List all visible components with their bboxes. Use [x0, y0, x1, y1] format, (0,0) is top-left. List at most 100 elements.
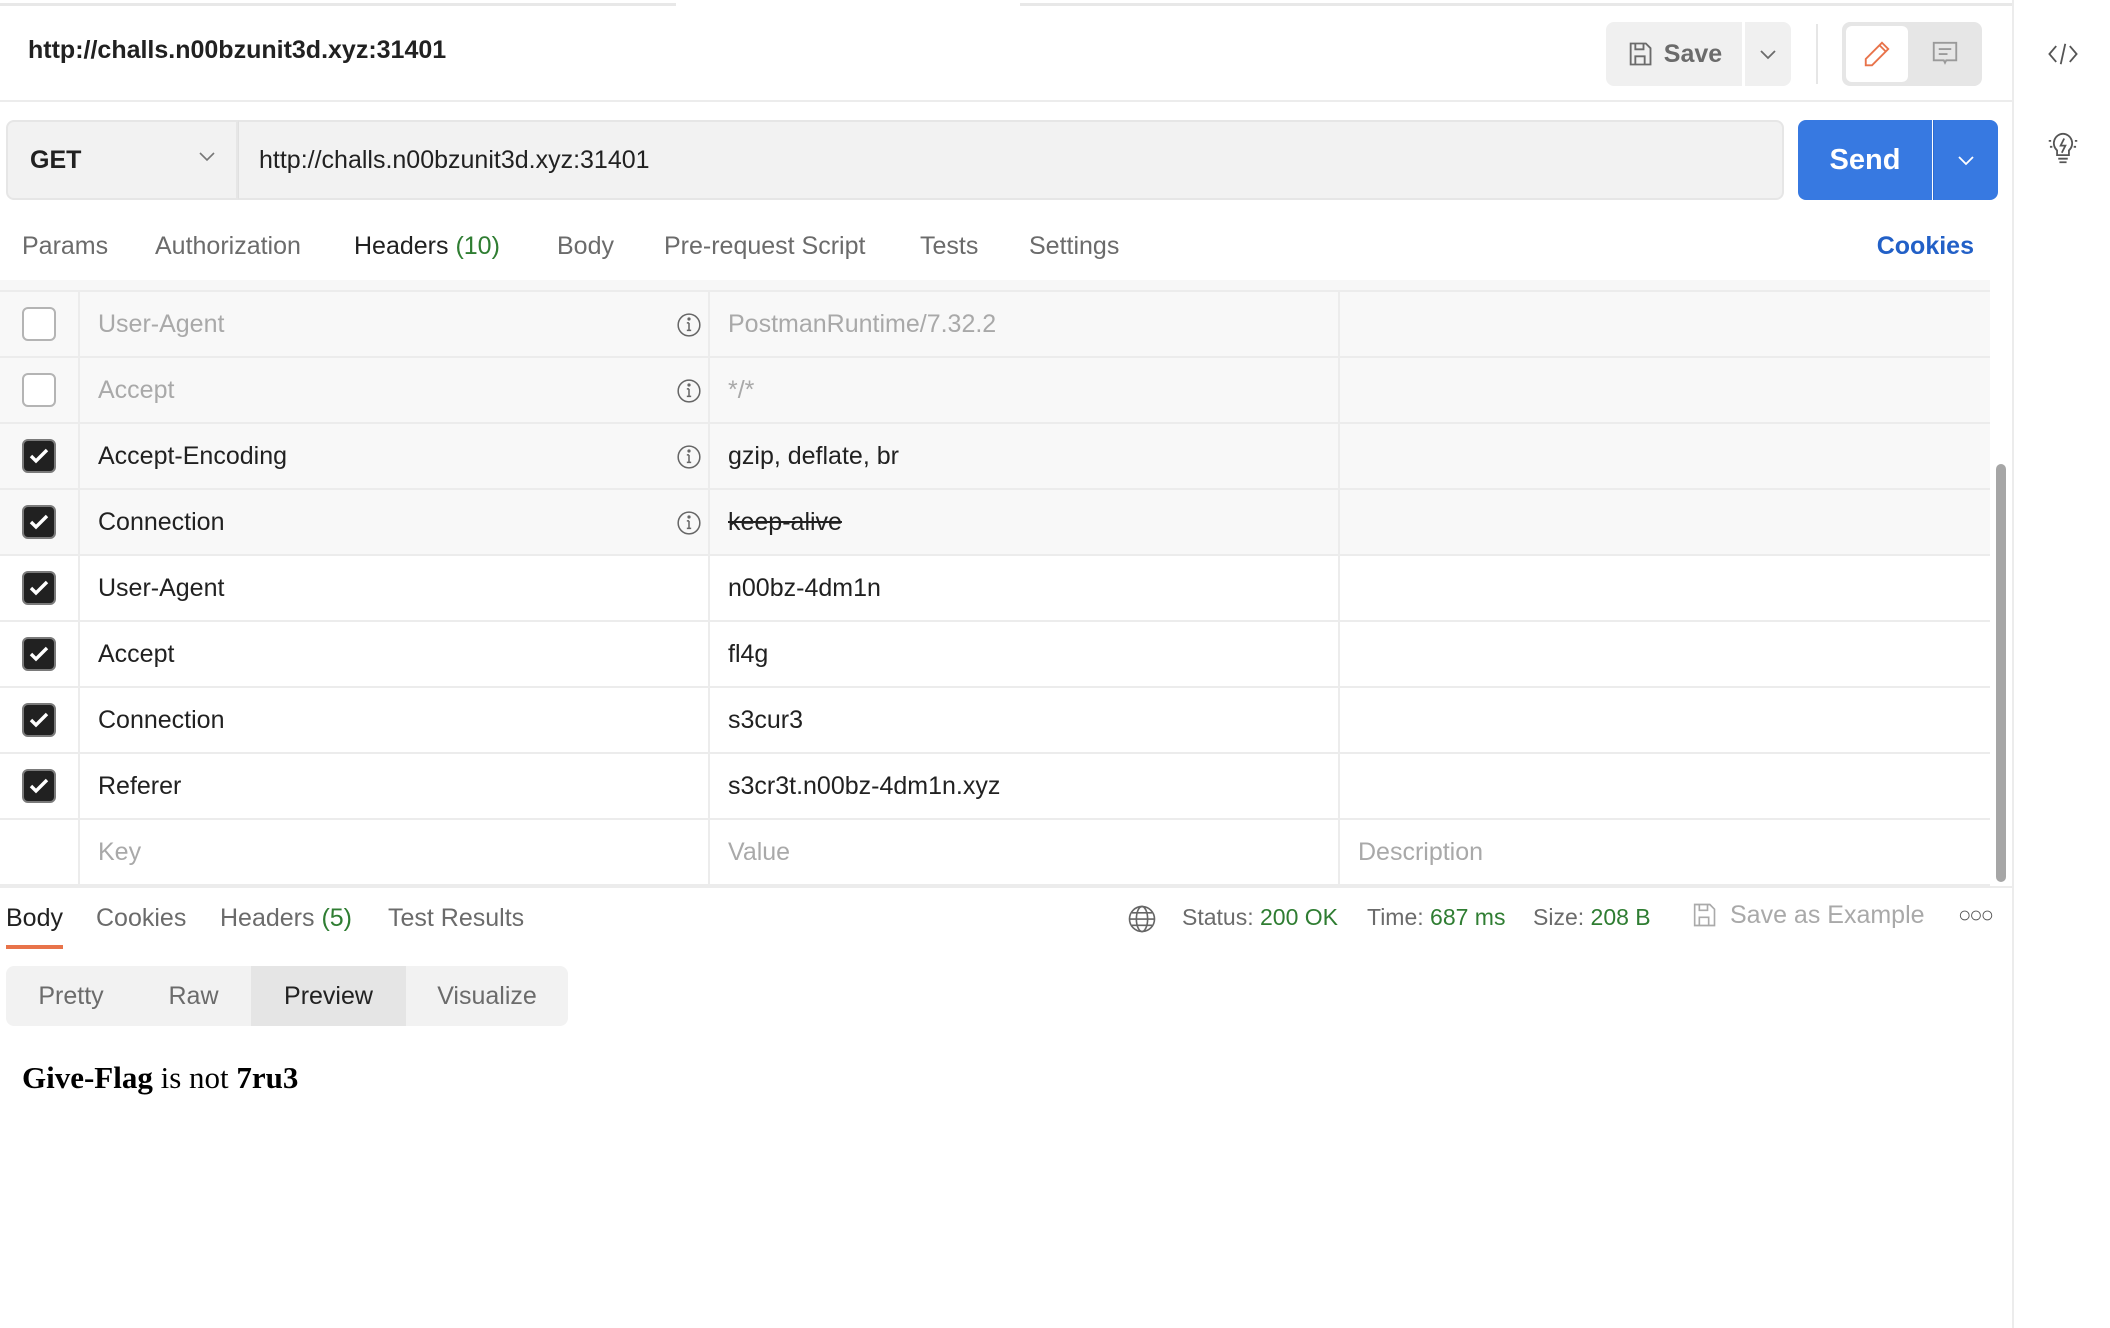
response-tab-cookies[interactable]: Cookies: [96, 904, 186, 933]
header-checkbox[interactable]: [22, 373, 56, 407]
size-value: 208 B: [1590, 904, 1651, 930]
header-row: Connection keep-alive: [0, 490, 1990, 556]
header-key-text: Accept: [98, 375, 175, 404]
comment-mode-button[interactable]: [1914, 26, 1976, 82]
tab-params[interactable]: Params: [22, 232, 108, 282]
header-key[interactable]: User-Agent: [80, 292, 710, 356]
view-pretty[interactable]: Pretty: [6, 966, 136, 1026]
header-checkbox[interactable]: [22, 571, 56, 605]
request-title[interactable]: http://challs.n00bzunit3d.xyz:31401: [28, 36, 446, 65]
check-cell: [0, 622, 80, 686]
tab-tests[interactable]: Tests: [920, 232, 978, 282]
view-preview[interactable]: Preview: [251, 966, 406, 1026]
time-label: Time:: [1367, 904, 1424, 930]
response-tab-body[interactable]: Body: [6, 904, 63, 949]
info-icon[interactable]: [676, 444, 702, 477]
header-value[interactable]: keep-alive: [710, 490, 1340, 554]
header-key[interactable]: Connection: [80, 490, 710, 554]
header-key[interactable]: Accept: [80, 622, 710, 686]
header-description[interactable]: [1340, 358, 1990, 422]
header-value[interactable]: s3cur3: [710, 688, 1340, 752]
tab-body[interactable]: Body: [557, 232, 614, 282]
header-checkbox[interactable]: [22, 307, 56, 341]
header-key[interactable]: User-Agent: [80, 556, 710, 620]
header-value[interactable]: gzip, deflate, br: [710, 424, 1340, 488]
header-checkbox[interactable]: [22, 769, 56, 803]
headers-table: User-Agent PostmanRuntime/7.32.2 Accept */*…: [0, 280, 1990, 886]
tab-label: Test Results: [388, 904, 525, 932]
header-key[interactable]: Referer: [80, 754, 710, 818]
save-options-button[interactable]: [1745, 22, 1791, 86]
send-options-button[interactable]: [1933, 120, 1998, 200]
header-value-text: fl4g: [728, 639, 769, 668]
header-key[interactable]: Accept: [80, 358, 710, 422]
more-options-icon[interactable]: ○○○: [1958, 902, 1994, 928]
chevron-down-icon: [199, 152, 215, 162]
description-input[interactable]: Description: [1340, 820, 1990, 884]
header-checkbox[interactable]: [22, 703, 56, 737]
mode-toggle: [1842, 22, 1982, 86]
comment-icon: [1932, 41, 1958, 65]
header-key[interactable]: Connection: [80, 688, 710, 752]
info-icon[interactable]: [676, 378, 702, 411]
send-button[interactable]: Send: [1798, 120, 1932, 200]
header-value-text: keep-alive: [728, 507, 842, 536]
save-as-example-label: Save as Example: [1730, 900, 1925, 929]
header-description[interactable]: [1340, 754, 1990, 818]
tab-label: Headers: [354, 232, 449, 260]
tab-pre-request-script[interactable]: Pre-request Script: [664, 232, 865, 282]
size-readout[interactable]: Size: 208 B: [1533, 904, 1651, 931]
key-input[interactable]: Key: [80, 820, 710, 884]
header-row: Accept */*: [0, 358, 1990, 424]
header-checkbox[interactable]: [22, 637, 56, 671]
header-row: Accept-Encoding gzip, deflate, br: [0, 424, 1990, 490]
tab-label: Tests: [920, 232, 979, 260]
header-key-text: User-Agent: [98, 309, 225, 338]
header-value-text: gzip, deflate, br: [728, 441, 899, 470]
scrollbar[interactable]: [1996, 464, 2006, 882]
header-description[interactable]: [1340, 424, 1990, 488]
view-visualize[interactable]: Visualize: [406, 966, 568, 1026]
header-value[interactable]: PostmanRuntime/7.32.2: [710, 292, 1340, 356]
response-bar: Body Cookies Headers (5) Test Results St…: [0, 886, 2012, 952]
new-header-row: Key Value Description: [0, 820, 1990, 886]
tab-headers[interactable]: Headers (10): [354, 232, 500, 288]
header-description[interactable]: [1340, 292, 1990, 356]
preview-text-bold: 7ru3: [236, 1060, 299, 1095]
view-raw[interactable]: Raw: [136, 966, 251, 1026]
url-input[interactable]: http://challs.n00bzunit3d.xyz:31401: [238, 120, 1784, 200]
value-input[interactable]: Value: [710, 820, 1340, 884]
chevron-down-icon: [1958, 156, 1974, 166]
code-snippet-icon[interactable]: [2014, 24, 2110, 84]
header-checkbox[interactable]: [22, 505, 56, 539]
response-tab-headers[interactable]: Headers (5): [220, 904, 352, 933]
header-value[interactable]: fl4g: [710, 622, 1340, 686]
method-select[interactable]: GET: [6, 120, 238, 200]
info-icon[interactable]: [676, 312, 702, 345]
save-as-example-button[interactable]: Save as Example: [1690, 900, 1925, 930]
header-description[interactable]: [1340, 622, 1990, 686]
cookies-link[interactable]: Cookies: [1877, 232, 1974, 261]
header-value[interactable]: */*: [710, 358, 1340, 422]
header-value-text: n00bz-4dm1n: [728, 573, 881, 602]
globe-icon[interactable]: [1127, 904, 1157, 939]
tab-settings[interactable]: Settings: [1029, 232, 1119, 282]
status-readout[interactable]: Status: 200 OK: [1182, 904, 1338, 931]
header-checkbox[interactable]: [22, 439, 56, 473]
header-key[interactable]: Accept-Encoding: [80, 424, 710, 488]
lightbulb-icon[interactable]: [2014, 118, 2110, 178]
header-key-text: Connection: [98, 705, 225, 734]
info-icon[interactable]: [676, 510, 702, 543]
header-description[interactable]: [1340, 688, 1990, 752]
response-tab-test-results[interactable]: Test Results: [388, 904, 524, 933]
tab-authorization[interactable]: Authorization: [155, 232, 301, 282]
edit-mode-button[interactable]: [1846, 26, 1908, 82]
header-value[interactable]: n00bz-4dm1n: [710, 556, 1340, 620]
header-description[interactable]: [1340, 556, 1990, 620]
time-readout[interactable]: Time: 687 ms: [1367, 904, 1505, 931]
header-value[interactable]: s3cr3t.n00bz-4dm1n.xyz: [710, 754, 1340, 818]
check-cell: [0, 556, 80, 620]
checkmark-icon: [29, 778, 49, 794]
save-button[interactable]: Save: [1606, 22, 1742, 86]
header-description[interactable]: [1340, 490, 1990, 554]
